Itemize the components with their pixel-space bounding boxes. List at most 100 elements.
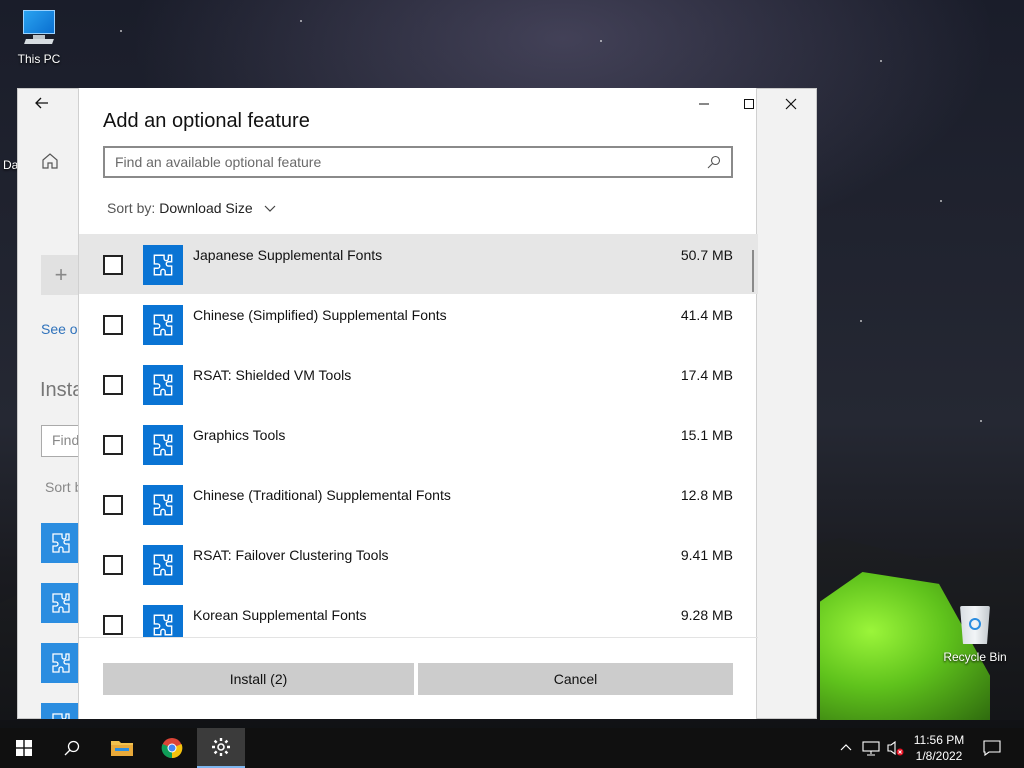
installed-sort-label[interactable]: Sort b (45, 479, 78, 495)
feature-row[interactable]: RSAT: Failover Clustering Tools 9.41 MB (79, 534, 758, 594)
scrollbar-thumb[interactable] (752, 250, 754, 292)
feature-list[interactable]: Korean Supplemental Fonts 9.28 MB RSAT: Fa… (79, 234, 758, 638)
clock[interactable]: 11:56 PM 1/8/2022 (904, 732, 974, 764)
dialog-title: Add an optional feature (103, 110, 310, 132)
feature-name: Chinese (Traditional) Supplemental Fonts (193, 487, 451, 503)
home-button[interactable] (40, 151, 60, 176)
chrome-icon (161, 738, 183, 759)
network-tray-button[interactable] (860, 728, 882, 768)
minimize-icon (699, 103, 709, 105)
action-center-button[interactable] (980, 728, 1004, 768)
wallpaper-star (940, 200, 942, 202)
feature-name: RSAT: Shielded VM Tools (193, 367, 352, 383)
maximize-icon (744, 99, 754, 109)
feature-name: Japanese Supplemental Fonts (193, 247, 383, 263)
folder-icon (111, 741, 133, 756)
puzzle-icon (143, 425, 183, 465)
feature-row[interactable]: Japanese Supplemental Fonts 50.7 MB (79, 234, 758, 294)
feature-name: Graphics Tools (193, 427, 286, 443)
feature-checkbox[interactable] (103, 375, 123, 395)
puzzle-icon (41, 703, 78, 719)
volume-muted-icon (887, 740, 904, 756)
notification-icon (983, 740, 1001, 756)
window-close-button[interactable] (765, 88, 817, 120)
search-icon[interactable] (707, 155, 721, 169)
settings-taskbar-button[interactable] (197, 728, 245, 768)
desktop-icon-this-pc[interactable]: This PC (4, 8, 74, 66)
feature-checkbox[interactable] (103, 555, 123, 575)
sort-dropdown[interactable]: Sort by: Download Size (107, 200, 277, 216)
gear-icon (212, 738, 230, 756)
settings-left-pane: + See op Insta Find Sort b (18, 121, 78, 719)
chevron-down-icon (264, 205, 276, 212)
search-input[interactable] (115, 154, 707, 170)
feature-size: 9.41 MB (680, 547, 733, 563)
minimize-button[interactable] (689, 88, 719, 120)
feature-row[interactable]: Graphics Tools 15.1 MB (79, 414, 758, 474)
feature-row[interactable]: RSAT: Shielded VM Tools 17.4 MB (79, 354, 758, 414)
wallpaper-star (120, 30, 122, 32)
sort-value: Download Size (159, 200, 253, 216)
chevron-up-icon (840, 744, 852, 751)
feature-checkbox[interactable] (103, 495, 123, 515)
add-optional-feature-dialog: Add an optional feature Sort by: Downloa… (78, 88, 758, 719)
puzzle-icon (41, 523, 78, 563)
installed-features-heading: Insta (40, 379, 78, 401)
feature-checkbox[interactable] (103, 435, 123, 455)
feature-size: 12.8 MB (680, 487, 733, 503)
see-optional-features-link[interactable]: See op (41, 321, 78, 337)
feature-checkbox[interactable] (103, 255, 123, 275)
close-icon (785, 98, 797, 110)
network-icon (862, 741, 880, 756)
recycle-bin-icon (957, 602, 993, 646)
cancel-button[interactable]: Cancel (418, 663, 733, 695)
home-icon (42, 153, 58, 169)
clock-time: 11:56 PM (913, 733, 965, 747)
wallpaper-star (880, 60, 882, 62)
puzzle-icon (143, 305, 183, 345)
feature-checkbox[interactable] (103, 315, 123, 335)
back-arrow-icon (35, 97, 48, 109)
search-box[interactable] (103, 146, 733, 178)
plus-icon: + (54, 262, 68, 287)
feature-name: Korean Supplemental Fonts (193, 607, 367, 623)
installed-search-input[interactable]: Find (41, 425, 78, 457)
feature-name: Chinese (Simplified) Supplemental Fonts (193, 307, 447, 323)
feature-size: 17.4 MB (680, 367, 733, 383)
feature-size: 9.28 MB (680, 607, 733, 623)
feature-row[interactable]: Chinese (Traditional) Supplemental Fonts… (79, 474, 758, 534)
desktop-icon-recycle-bin[interactable]: Recycle Bin (940, 602, 1010, 664)
start-button[interactable] (0, 728, 48, 768)
wallpaper-star (600, 40, 602, 42)
volume-tray-button[interactable] (884, 728, 906, 768)
puzzle-icon (41, 583, 78, 623)
feature-size: 41.4 MB (680, 307, 733, 323)
puzzle-icon (143, 545, 183, 585)
add-feature-button[interactable]: + (41, 255, 78, 295)
puzzle-icon (41, 643, 78, 683)
wallpaper-star (300, 20, 302, 22)
back-button[interactable] (34, 95, 50, 116)
chrome-button[interactable] (148, 728, 196, 768)
puzzle-icon (143, 605, 183, 637)
computer-icon (19, 8, 59, 48)
search-icon (64, 740, 80, 756)
windows-logo-icon (16, 740, 32, 756)
feature-size: 50.7 MB (680, 247, 733, 263)
feature-row[interactable]: Korean Supplemental Fonts 9.28 MB (79, 594, 758, 637)
maximize-button[interactable] (734, 88, 764, 120)
taskbar: 11:56 PM 1/8/2022 (0, 728, 1024, 768)
desktop-icon-label: This PC (17, 52, 61, 66)
file-explorer-button[interactable] (98, 728, 146, 768)
wallpaper-star (860, 320, 862, 322)
install-button[interactable]: Install (2) (103, 663, 414, 695)
puzzle-icon (143, 485, 183, 525)
taskbar-search-button[interactable] (48, 728, 96, 768)
feature-size: 15.1 MB (680, 427, 733, 443)
show-hidden-icons-button[interactable] (836, 728, 856, 768)
feature-checkbox[interactable] (103, 615, 123, 635)
clock-date: 1/8/2022 (915, 749, 963, 763)
wallpaper-star (980, 420, 982, 422)
feature-row[interactable]: Chinese (Simplified) Supplemental Fonts 4… (79, 294, 758, 354)
desktop-icon-label: Recycle Bin (943, 650, 1007, 664)
